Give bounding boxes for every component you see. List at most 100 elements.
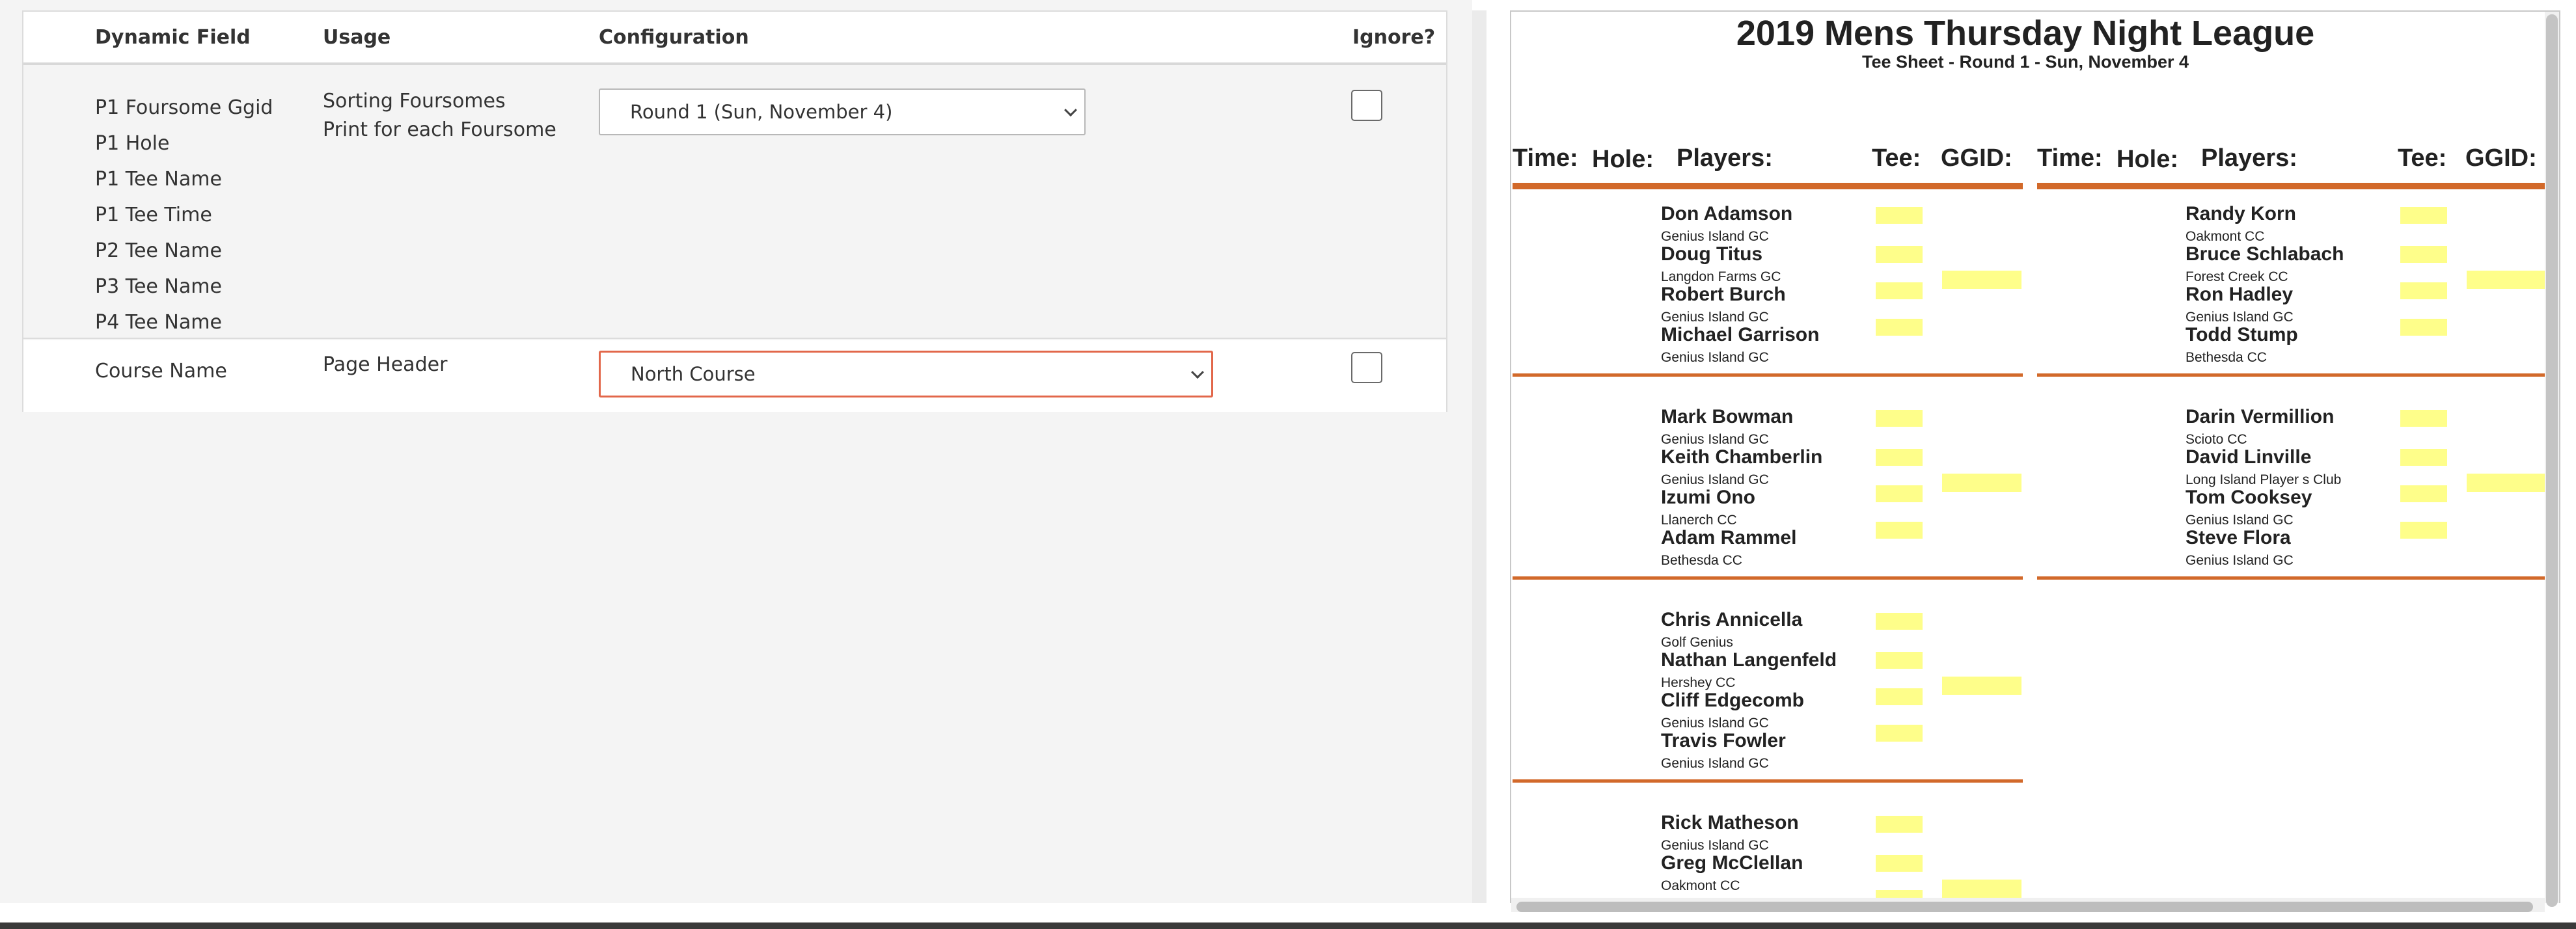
tee-highlight — [2400, 449, 2447, 466]
table-header: Dynamic Field Usage Configuration Ignore… — [23, 12, 1446, 65]
group-divider — [1513, 779, 2023, 783]
player-name: Michael Garrison — [1661, 324, 1820, 345]
field-label: P1 Foursome Ggid — [95, 96, 273, 119]
chevron-down-icon — [1191, 366, 1204, 379]
tee-highlight — [1876, 282, 1923, 299]
tee-highlight — [1876, 522, 1923, 539]
ignore-checkbox[interactable] — [1351, 352, 1382, 383]
header-usage: Usage — [323, 26, 391, 49]
player-name: Chris Annicella — [1661, 609, 1803, 630]
ggid-highlight — [2467, 271, 2546, 289]
column-header-players: Players: — [2201, 144, 2297, 172]
tee-highlight — [1876, 855, 1923, 872]
course-select-value: North Course — [631, 363, 756, 385]
preview-title: 2019 Mens Thursday Night League — [1736, 14, 2315, 53]
field-label: Course Name — [95, 360, 227, 383]
column-header-ggid: GGID: — [1941, 144, 2012, 172]
column-header-tee: Tee: — [1872, 144, 1921, 172]
player-club: Genius Island GC — [1661, 350, 1769, 365]
field-label: P1 Hole — [95, 132, 170, 155]
group-divider — [2037, 373, 2551, 377]
column-header-hole: Hole: — [2117, 146, 2178, 173]
ignore-checkbox[interactable] — [1351, 90, 1382, 121]
ggid-highlight — [1942, 271, 2021, 289]
player-club: Genius Island GC — [1661, 472, 1769, 487]
usage-label: Page Header — [323, 353, 448, 376]
player-name: Robert Burch — [1661, 284, 1786, 305]
player-club: Genius Island GC — [2185, 310, 2294, 325]
player-name: Nathan Langenfeld — [1661, 649, 1837, 671]
player-club: Forest Creek CC — [2185, 269, 2288, 284]
tee-highlight — [1876, 319, 1923, 336]
player-club: Long Island Player s Club — [2185, 472, 2342, 487]
player-club: Langdon Farms GC — [1661, 269, 1781, 284]
chevron-down-icon — [1064, 103, 1077, 117]
player-name: Ron Hadley — [2185, 284, 2294, 305]
player-name: Mark Bowman — [1661, 406, 1794, 427]
preview-vertical-scroll-thumb[interactable] — [2546, 14, 2558, 907]
player-name: Don Adamson — [1661, 203, 1793, 224]
header-rule — [2037, 183, 2551, 189]
ggid-highlight — [1942, 677, 2021, 695]
tee-highlight — [2400, 319, 2447, 336]
field-label: P3 Tee Name — [95, 275, 222, 298]
player-club: Genius Island GC — [1661, 432, 1769, 447]
tee-highlight — [2400, 522, 2447, 539]
tee-highlight — [1876, 688, 1923, 705]
player-name: Steve Flora — [2185, 527, 2291, 548]
field-label: P1 Tee Time — [95, 204, 212, 226]
player-name: Cliff Edgecomb — [1661, 690, 1805, 711]
column-header-time: Time: — [1513, 144, 1578, 172]
player-name: Adam Rammel — [1661, 527, 1797, 548]
player-club: Genius Island GC — [1661, 756, 1769, 771]
usage-label: Print for each Foursome — [323, 118, 556, 141]
tee-sheet-preview: 2019 Mens Thursday Night League Tee Shee… — [1510, 10, 2560, 903]
window-bottom-edge — [0, 922, 2576, 929]
player-name: David Linville — [2185, 446, 2312, 468]
header-rule — [1513, 183, 2023, 189]
player-club: Genius Island GC — [1661, 310, 1769, 325]
player-club: Genius Island GC — [2185, 513, 2294, 528]
player-name: Izumi Ono — [1661, 487, 1755, 508]
tee-highlight — [1876, 613, 1923, 630]
tee-highlight — [1876, 652, 1923, 669]
round-select[interactable]: Round 1 (Sun, November 4) — [599, 88, 1086, 135]
group-divider — [1513, 576, 2023, 580]
tee-highlight — [2400, 485, 2447, 502]
player-name: Travis Fowler — [1661, 730, 1786, 751]
player-club: Oakmont CC — [1661, 878, 1740, 893]
player-club: Llanerch CC — [1661, 513, 1737, 528]
player-club: Genius Island GC — [2185, 553, 2294, 568]
pane-divider-handle[interactable] — [1472, 10, 1487, 903]
field-label: P2 Tee Name — [95, 239, 222, 262]
header-dynamic-field: Dynamic Field — [95, 26, 251, 49]
round-select-value: Round 1 (Sun, November 4) — [630, 101, 893, 123]
tee-highlight — [1876, 410, 1923, 427]
player-club: Bethesda CC — [1661, 553, 1742, 568]
column-header-ggid: GGID: — [2465, 144, 2537, 172]
player-club: Golf Genius — [1661, 635, 1733, 650]
tee-highlight — [2400, 282, 2447, 299]
player-name: Rick Matheson — [1661, 812, 1799, 833]
player-name: Todd Stump — [2185, 324, 2298, 345]
course-select[interactable]: North Course — [599, 351, 1213, 397]
preview-horizontal-scroll-thumb[interactable] — [1516, 902, 2533, 912]
column-header-hole: Hole: — [1592, 146, 1654, 173]
configuration-pane: Dynamic Field Usage Configuration Ignore… — [0, 0, 1472, 903]
player-club: Scioto CC — [2185, 432, 2247, 447]
header-configuration: Configuration — [599, 26, 749, 49]
table-row: P1 Foursome Ggid P1 Hole P1 Tee Name P1 … — [23, 66, 1446, 339]
group-divider — [1513, 373, 2023, 377]
player-name: Darin Vermillion — [2185, 406, 2335, 427]
tee-highlight — [1876, 816, 1923, 833]
tee-highlight — [1876, 246, 1923, 263]
field-label: P1 Tee Name — [95, 168, 222, 191]
player-club: Genius Island GC — [1661, 838, 1769, 853]
column-header-time: Time: — [2037, 144, 2103, 172]
player-name: Tom Cooksey — [2185, 487, 2312, 508]
player-club: Genius Island GC — [1661, 716, 1769, 731]
player-club: Genius Island GC — [1661, 229, 1769, 244]
column-header-players: Players: — [1677, 144, 1773, 172]
player-club: Oakmont CC — [2185, 229, 2265, 244]
tee-highlight — [2400, 246, 2447, 263]
